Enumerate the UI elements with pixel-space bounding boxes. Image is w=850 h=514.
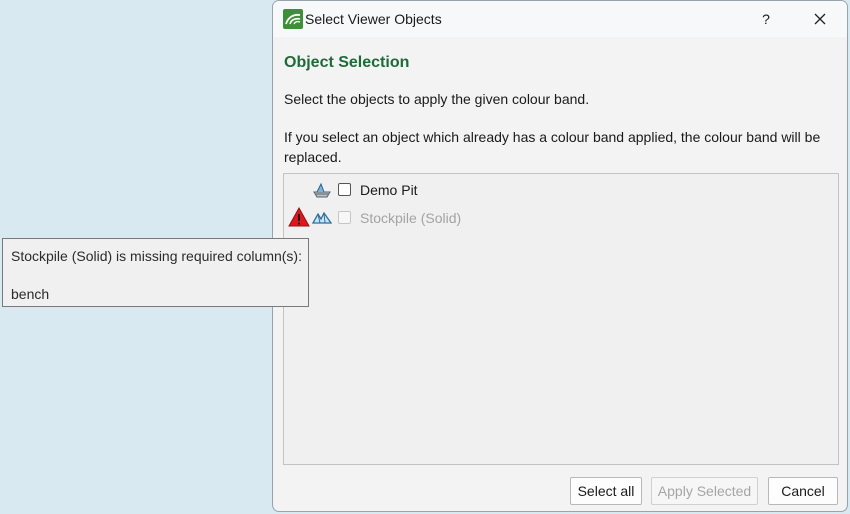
select-all-button[interactable]: Select all	[570, 477, 642, 505]
title-bar: Select Viewer Objects ?	[273, 1, 847, 37]
apply-selected-button: Apply Selected	[651, 477, 758, 505]
app-logo-icon	[283, 9, 303, 29]
close-icon	[814, 13, 826, 25]
stockpile-solid-checkbox	[338, 211, 351, 224]
list-item-demo-pit[interactable]: Demo Pit	[284, 177, 838, 203]
cancel-button[interactable]: Cancel	[768, 477, 838, 505]
demo-pit-label: Demo Pit	[360, 182, 418, 198]
pit-icon	[313, 182, 331, 198]
demo-pit-checkbox[interactable]	[338, 183, 351, 196]
warning-icon[interactable]	[288, 207, 310, 227]
close-button[interactable]	[807, 7, 833, 31]
tooltip-message: Stockpile (Solid) is missing required co…	[11, 248, 302, 264]
section-title: Object Selection	[284, 54, 410, 71]
solid-icon	[312, 211, 332, 224]
select-viewer-objects-dialog: Select Viewer Objects ? Object Selection…	[272, 0, 848, 512]
tooltip-column-name: bench	[11, 286, 50, 302]
description-text: Select the objects to apply the given co…	[284, 91, 590, 107]
help-button[interactable]: ?	[753, 7, 779, 31]
missing-columns-tooltip: Stockpile (Solid) is missing required co…	[2, 238, 309, 307]
replace-note-text: If you select an object which already ha…	[284, 129, 821, 165]
dialog-title: Select Viewer Objects	[305, 11, 442, 27]
stockpile-solid-label: Stockpile (Solid)	[360, 210, 462, 226]
list-item-stockpile-solid: Stockpile (Solid)	[284, 205, 838, 231]
object-list[interactable]: Demo Pit Stockpile (Solid)	[283, 173, 839, 465]
